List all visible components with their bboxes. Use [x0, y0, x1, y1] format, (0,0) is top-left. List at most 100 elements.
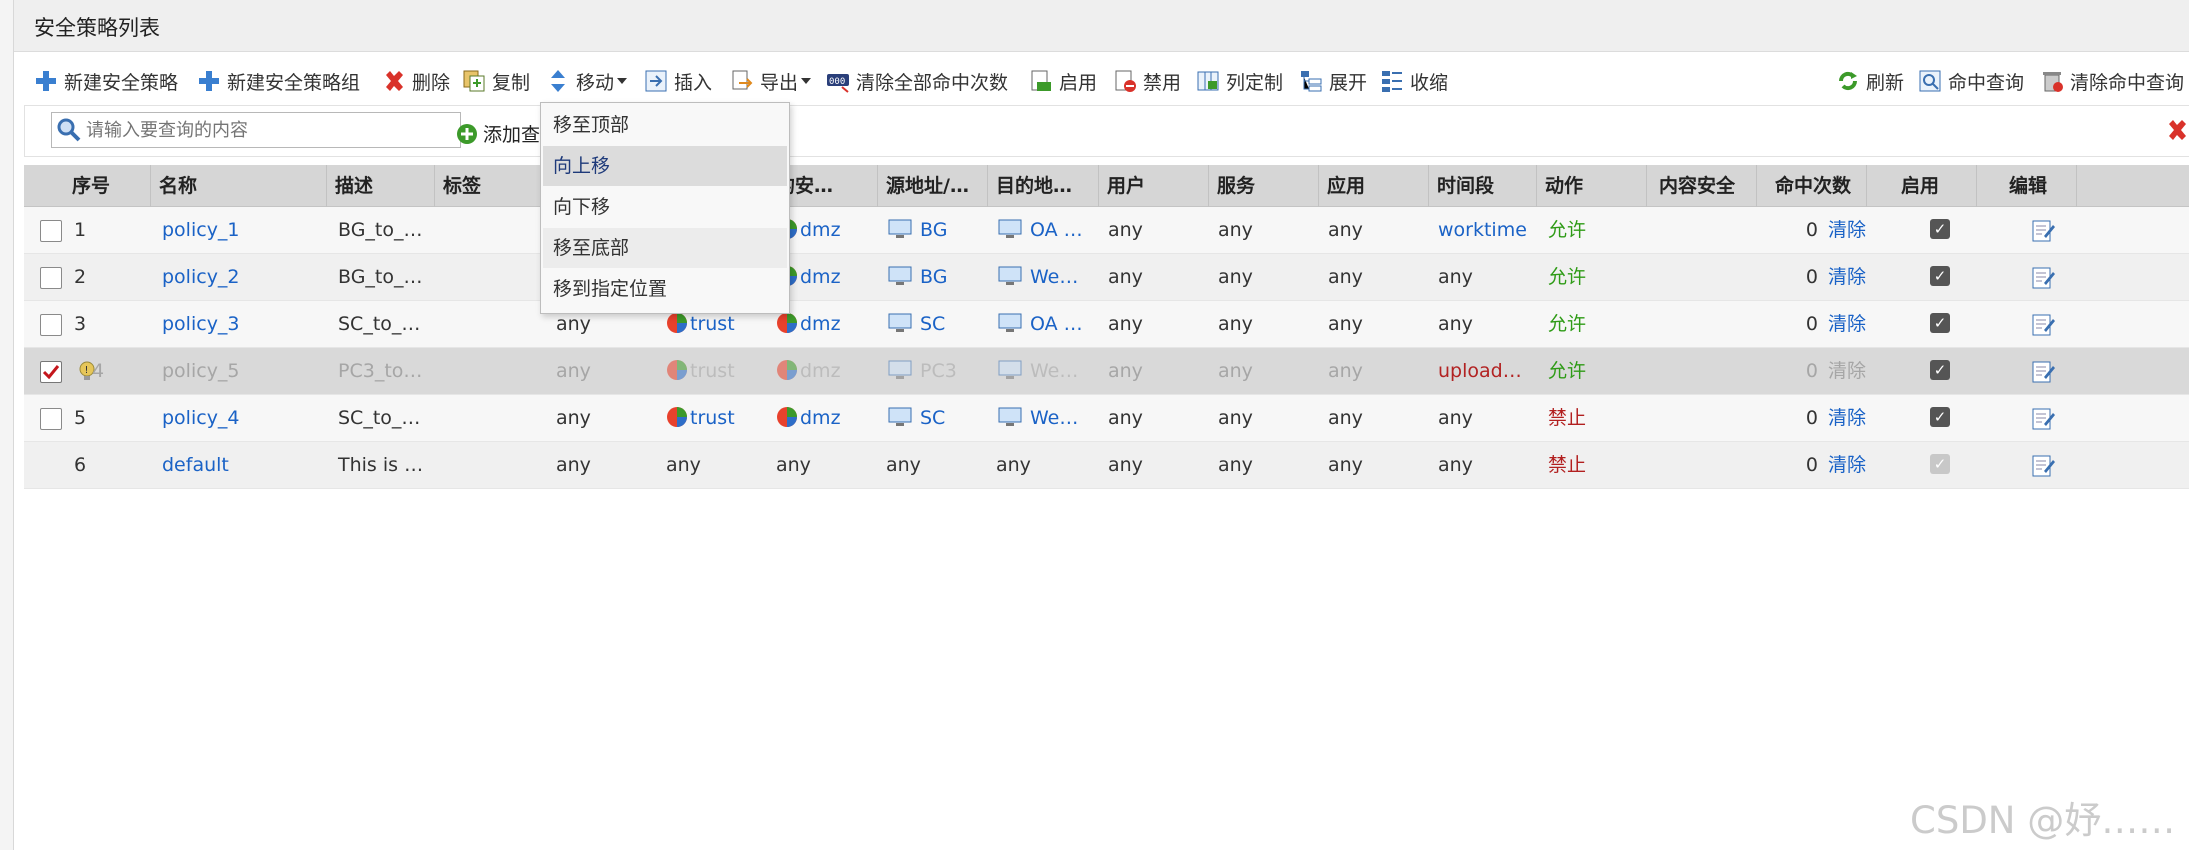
col-header-dst-addr[interactable]: 目的地…	[988, 165, 1099, 207]
enabled-checkbox[interactable]: ✓	[1930, 219, 1950, 239]
enable-button[interactable]: 启用	[1029, 64, 1097, 98]
search-input[interactable]	[86, 119, 446, 141]
delete-button[interactable]: 删除	[382, 64, 450, 98]
clear-hits-link[interactable]: 清除	[1820, 207, 1880, 254]
src-addr[interactable]: SC	[880, 395, 990, 442]
src-addr[interactable]: PC3	[880, 348, 990, 395]
dst-addr-label: OA …	[1030, 313, 1083, 335]
hit-query-icon	[1919, 70, 1941, 92]
table-row-default[interactable]: 6 default This is t… any any any any any…	[24, 442, 2189, 489]
src-zone[interactable]: trust	[658, 395, 768, 442]
menu-item-move-to-bottom[interactable]: 移至底部	[543, 228, 787, 268]
menu-item-move-to-position[interactable]: 移到指定位置	[543, 269, 787, 309]
dst-addr[interactable]: We…	[990, 395, 1098, 442]
policy-name-link[interactable]: default	[154, 442, 324, 489]
export-button[interactable]: 导出	[730, 64, 812, 98]
col-header-time[interactable]: 时间段	[1429, 165, 1537, 207]
clear-hits-link[interactable]: 清除	[1820, 395, 1880, 442]
policy-name-link[interactable]: policy_4	[154, 395, 324, 442]
policy-name-link[interactable]: policy_3	[154, 301, 324, 348]
src-addr[interactable]: BG	[880, 207, 990, 254]
edit-icon[interactable]	[2030, 265, 2056, 291]
action-status: 禁止	[1548, 454, 1587, 476]
add-query-button[interactable]: 添加查	[455, 120, 540, 147]
copy-button[interactable]: 复制	[462, 64, 530, 98]
delete-label: 删除	[412, 71, 451, 94]
clear-hit-query-button[interactable]: 清除命中查询	[2040, 64, 2184, 98]
menu-item-move-up[interactable]: 向上移	[543, 146, 787, 186]
row-select-checkbox[interactable]	[40, 408, 62, 430]
dst-addr[interactable]: We…	[990, 254, 1098, 301]
customize-columns-button[interactable]: 列定制	[1196, 64, 1283, 98]
enabled-checkbox[interactable]: ✓	[1930, 407, 1950, 427]
move-button[interactable]: 移动	[546, 64, 628, 98]
policy-name-link[interactable]: policy_5	[154, 348, 324, 395]
hit-query-button[interactable]: 命中查询	[1918, 64, 2024, 98]
enabled-checkbox[interactable]: ✓	[1930, 313, 1950, 333]
row-index: 2	[74, 266, 87, 288]
edit-icon[interactable]	[2030, 453, 2056, 479]
enabled-checkbox[interactable]: ✓	[1930, 266, 1950, 286]
col-header-index[interactable]: 序号	[24, 165, 151, 207]
disable-icon	[1115, 70, 1136, 92]
clear-hits-link[interactable]: 清除	[1820, 254, 1880, 301]
insert-button[interactable]: 插入	[644, 64, 712, 98]
col-header-user[interactable]: 用户	[1099, 165, 1209, 207]
collapse-button[interactable]: 收缩	[1380, 64, 1448, 98]
src-addr[interactable]: BG	[880, 254, 990, 301]
menu-item-move-down[interactable]: 向下移	[543, 187, 787, 227]
row-select-checkbox[interactable]	[40, 361, 62, 383]
menu-item-move-to-top[interactable]: 移至顶部	[543, 105, 787, 145]
col-header-src-addr[interactable]: 源地址/…	[878, 165, 988, 207]
dst-addr[interactable]: OA …	[990, 301, 1098, 348]
clear-hits-link[interactable]: 清除	[1820, 348, 1880, 395]
edit-icon[interactable]	[2030, 218, 2056, 244]
edit-icon[interactable]	[2030, 312, 2056, 338]
dst-addr[interactable]: We…	[990, 348, 1098, 395]
row-select-checkbox[interactable]	[40, 220, 62, 242]
col-header-name[interactable]: 名称	[151, 165, 327, 207]
dst-zone-label: dmz	[800, 266, 841, 288]
table-row[interactable]: 1 policy_1 BG_to_… dmz BG OA … any any a…	[24, 207, 2189, 254]
time-range-link[interactable]: worktime	[1430, 207, 1538, 254]
clear-all-hits-button[interactable]: 000 清除全部命中次数	[826, 64, 1008, 98]
col-header-desc[interactable]: 描述	[327, 165, 435, 207]
src-addr-label: SC	[920, 407, 946, 429]
new-policy-group-button[interactable]: 新建安全策略组	[197, 64, 360, 98]
refresh-button[interactable]: 刷新	[1836, 64, 1904, 98]
svg-text:000: 000	[829, 77, 845, 87]
col-header-service[interactable]: 服务	[1209, 165, 1319, 207]
col-header-tag[interactable]: 标签	[435, 165, 548, 207]
row-select-checkbox[interactable]	[40, 267, 62, 289]
disable-button[interactable]: 禁用	[1113, 64, 1181, 98]
enabled-checkbox[interactable]: ✓	[1930, 360, 1950, 380]
monitor-icon	[998, 360, 1022, 379]
col-header-edit[interactable]: 编辑	[1977, 165, 2077, 207]
table-row[interactable]: 3 policy_3 SC_to_… any trust dmz SC OA ……	[24, 301, 2189, 348]
col-header-app[interactable]: 应用	[1319, 165, 1429, 207]
policy-name-link[interactable]: policy_1	[154, 207, 324, 254]
close-icon[interactable]	[2165, 118, 2189, 142]
table-row[interactable]: 2 policy_2 BG_to_… dmz BG We… any any an…	[24, 254, 2189, 301]
clear-hits-link[interactable]: 清除	[1820, 442, 1880, 489]
col-header-enabled[interactable]: 启用	[1867, 165, 1977, 207]
policy-name-link[interactable]: policy_2	[154, 254, 324, 301]
dst-addr[interactable]: OA …	[990, 207, 1098, 254]
src-addr[interactable]: SC	[880, 301, 990, 348]
table-row-disabled[interactable]: ! 4 policy_5 PC3_to… any trust dmz PC3 W…	[24, 348, 2189, 395]
dst-zone[interactable]: dmz	[768, 395, 878, 442]
search-box[interactable]	[51, 112, 461, 148]
row-select-checkbox[interactable]	[40, 314, 62, 336]
expand-button[interactable]: 展开	[1299, 64, 1367, 98]
edit-icon[interactable]	[2030, 406, 2056, 432]
src-zone[interactable]: trust	[658, 348, 768, 395]
time-range-link[interactable]: upload…	[1430, 348, 1530, 395]
edit-icon[interactable]	[2030, 359, 2056, 385]
dst-zone[interactable]: dmz	[768, 348, 878, 395]
clear-hits-link[interactable]: 清除	[1820, 301, 1880, 348]
col-header-hits[interactable]: 命中次数	[1757, 165, 1867, 207]
col-header-content-security[interactable]: 内容安全	[1647, 165, 1757, 207]
table-row[interactable]: 5 policy_4 SC_to_… any trust dmz SC We… …	[24, 395, 2189, 442]
new-policy-button[interactable]: 新建安全策略	[34, 64, 178, 98]
col-header-action[interactable]: 动作	[1537, 165, 1647, 207]
